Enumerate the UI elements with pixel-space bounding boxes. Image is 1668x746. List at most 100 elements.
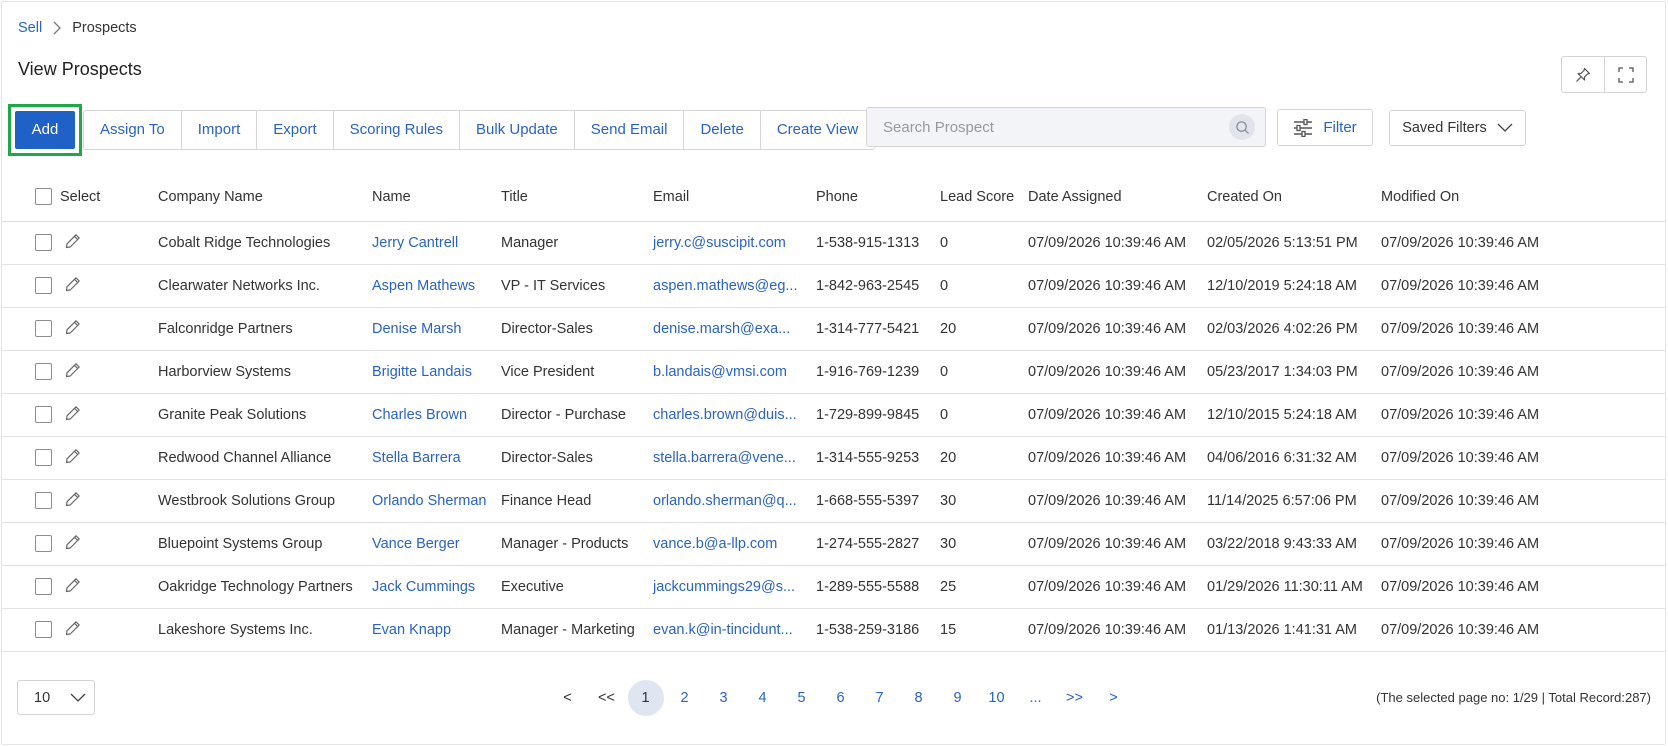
edit-pencil-icon[interactable] — [65, 577, 81, 597]
edit-pencil-icon[interactable] — [65, 319, 81, 339]
assign-to-button[interactable]: Assign To — [84, 111, 181, 149]
email-link[interactable]: jerry.c@suscipit.com — [653, 235, 786, 251]
edit-pencil-icon[interactable] — [65, 233, 81, 253]
page-ellipsis[interactable]: ... — [1016, 680, 1055, 716]
table-row[interactable]: Clearwater Networks Inc. Aspen Mathews VP … — [2, 264, 1665, 308]
filter-button[interactable]: Filter — [1277, 109, 1373, 146]
name-link[interactable]: Orlando Sherman — [372, 493, 486, 509]
edit-pencil-icon[interactable] — [65, 362, 81, 382]
create-view-button[interactable]: Create View — [759, 110, 874, 149]
row-checkbox[interactable] — [35, 449, 52, 466]
page-button-4[interactable]: 4 — [743, 680, 782, 716]
row-checkbox[interactable] — [35, 406, 52, 423]
row-checkbox[interactable] — [35, 277, 52, 294]
email-link[interactable]: b.landais@vmsi.com — [653, 364, 787, 380]
import-button[interactable]: Import — [180, 110, 257, 149]
edit-pencil-icon[interactable] — [65, 405, 81, 425]
bulk-update-button[interactable]: Bulk Update — [459, 110, 574, 149]
scoring-rules-button[interactable]: Scoring Rules — [332, 110, 459, 149]
page-button-9[interactable]: 9 — [938, 680, 977, 716]
email-link[interactable]: orlando.sherman@q... — [653, 493, 797, 509]
pin-button[interactable] — [1562, 57, 1604, 92]
modified-on-cell: 07/09/2026 10:39:46 AM — [1381, 436, 1665, 480]
row-checkbox[interactable] — [35, 492, 52, 509]
column-header-modified-on[interactable]: Modified On — [1381, 173, 1665, 222]
table-row[interactable]: Oakridge Technology Partners Jack Cumming… — [2, 565, 1665, 609]
email-link[interactable]: charles.brown@duis... — [653, 407, 797, 423]
row-checkbox[interactable] — [35, 320, 52, 337]
email-cell: orlando.sherman@q... — [653, 479, 816, 523]
page-button-7[interactable]: 7 — [860, 680, 899, 716]
delete-button[interactable]: Delete — [683, 110, 759, 149]
page-button-2[interactable]: 2 — [665, 680, 704, 716]
name-link[interactable]: Stella Barrera — [372, 450, 461, 466]
page-button-1[interactable]: 1 — [627, 680, 664, 716]
prev-page-button[interactable]: < — [548, 680, 587, 716]
company-cell: Lakeshore Systems Inc. — [158, 608, 372, 652]
row-checkbox[interactable] — [35, 535, 52, 552]
next-page-button[interactable]: > — [1094, 680, 1133, 716]
page-button-8[interactable]: 8 — [899, 680, 938, 716]
column-header-company[interactable]: Company Name — [158, 173, 372, 222]
table-row[interactable]: Bluepoint Systems Group Vance Berger Manag… — [2, 522, 1665, 566]
select-all-checkbox[interactable] — [35, 188, 52, 206]
page-button-6[interactable]: 6 — [821, 680, 860, 716]
column-header-title[interactable]: Title — [501, 173, 653, 222]
search-input[interactable] — [883, 118, 1229, 136]
table-row[interactable]: Granite Peak Solutions Charles Brown Direc… — [2, 393, 1665, 437]
action-toolbar: Add Assign To Import Export Scoring Rule… — [8, 101, 876, 158]
page-button-10[interactable]: 10 — [977, 680, 1016, 716]
send-email-button[interactable]: Send Email — [573, 110, 684, 149]
table-row[interactable]: Falconridge Partners Denise Marsh Director… — [2, 307, 1665, 351]
edit-pencil-icon[interactable] — [65, 620, 81, 640]
page-size-select[interactable]: 10 — [17, 680, 95, 715]
first-page-button[interactable]: << — [587, 680, 626, 716]
column-header-lead-score[interactable]: Lead Score — [940, 173, 1028, 222]
phone-cell: 1-314-555-9253 — [816, 436, 940, 480]
table-row[interactable]: Harborview Systems Brigitte Landais Vice P… — [2, 350, 1665, 394]
name-link[interactable]: Denise Marsh — [372, 321, 461, 337]
edit-pencil-icon[interactable] — [65, 448, 81, 468]
name-link[interactable]: Aspen Mathews — [372, 278, 475, 294]
name-cell: Vance Berger — [372, 522, 501, 566]
page-button-5[interactable]: 5 — [782, 680, 821, 716]
page-button-3[interactable]: 3 — [704, 680, 743, 716]
breadcrumb-sell-link[interactable]: Sell — [18, 20, 42, 36]
row-checkbox[interactable] — [35, 621, 52, 638]
last-page-button[interactable]: >> — [1055, 680, 1094, 716]
edit-pencil-icon[interactable] — [65, 276, 81, 296]
email-link[interactable]: jackcummings29@s... — [653, 579, 795, 595]
row-checkbox[interactable] — [35, 363, 52, 380]
table-row[interactable]: Lakeshore Systems Inc. Evan Knapp Manager … — [2, 608, 1665, 652]
name-link[interactable]: Charles Brown — [372, 407, 467, 423]
column-header-phone[interactable]: Phone — [816, 173, 940, 222]
saved-filters-dropdown[interactable]: Saved Filters — [1389, 110, 1526, 146]
row-checkbox[interactable] — [35, 578, 52, 595]
column-header-name[interactable]: Name — [372, 173, 501, 222]
name-cell: Brigitte Landais — [372, 350, 501, 394]
fullscreen-button[interactable] — [1604, 57, 1646, 92]
name-link[interactable]: Brigitte Landais — [372, 364, 472, 380]
name-link[interactable]: Evan Knapp — [372, 622, 451, 638]
column-header-date-assigned[interactable]: Date Assigned — [1028, 173, 1207, 222]
export-button[interactable]: Export — [256, 110, 332, 149]
email-link[interactable]: evan.k@in-tincidunt... — [653, 622, 793, 638]
row-checkbox[interactable] — [35, 234, 52, 251]
add-button[interactable]: Add — [15, 110, 75, 149]
column-header-email[interactable]: Email — [653, 173, 816, 222]
search-icon[interactable] — [1229, 114, 1255, 140]
date-assigned-cell: 07/09/2026 10:39:46 AM — [1028, 264, 1207, 308]
edit-pencil-icon[interactable] — [65, 534, 81, 554]
edit-pencil-icon[interactable] — [65, 491, 81, 511]
email-link[interactable]: stella.barrera@vene... — [653, 450, 796, 466]
email-link[interactable]: denise.marsh@exa... — [653, 321, 790, 337]
name-link[interactable]: Jerry Cantrell — [372, 235, 458, 251]
name-link[interactable]: Vance Berger — [372, 536, 460, 552]
email-link[interactable]: aspen.mathews@eg... — [653, 278, 798, 294]
table-row[interactable]: Redwood Channel Alliance Stella Barrera Di… — [2, 436, 1665, 480]
table-row[interactable]: Westbrook Solutions Group Orlando Sherman… — [2, 479, 1665, 523]
table-row[interactable]: Cobalt Ridge Technologies Jerry Cantrell M… — [2, 221, 1665, 265]
email-link[interactable]: vance.b@a-llp.com — [653, 536, 777, 552]
name-link[interactable]: Jack Cummings — [372, 579, 475, 595]
column-header-created-on[interactable]: Created On — [1207, 173, 1381, 222]
